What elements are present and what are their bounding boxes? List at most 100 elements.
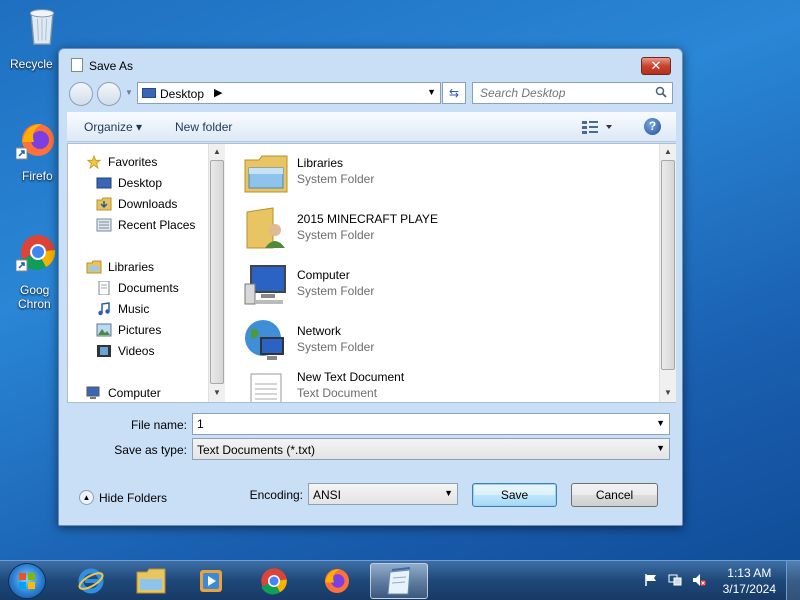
hide-folders-button[interactable]: ▲ Hide Folders (79, 490, 167, 505)
network-status-icon[interactable] (668, 573, 682, 587)
nav-item-documents[interactable]: Documents (96, 279, 179, 297)
save-button[interactable]: Save (472, 483, 557, 507)
file-type: System Folder (297, 228, 375, 242)
chevron-right-icon[interactable]: ▶ (214, 86, 222, 99)
clock-date: 3/17/2024 (722, 582, 776, 596)
taskbar-firefox[interactable] (308, 563, 366, 599)
address-dropdown-icon[interactable]: ▼ (427, 87, 436, 97)
chevron-down-icon[interactable]: ▼ (444, 488, 453, 498)
firefox-icon (325, 569, 349, 593)
file-list-scrollbar[interactable]: ▲ ▼ (659, 144, 676, 402)
scroll-thumb[interactable] (661, 160, 675, 370)
taskbar-file-explorer[interactable] (122, 563, 180, 599)
search-input[interactable] (473, 83, 648, 103)
folder-icon (136, 568, 166, 594)
scroll-thumb[interactable] (210, 160, 224, 384)
clock-time: 1:13 AM (727, 566, 772, 580)
back-button[interactable] (69, 82, 93, 106)
file-list: Libraries System Folder 2015 MINECRAFT P… (225, 144, 675, 402)
taskbar-internet-explorer[interactable] (62, 563, 120, 599)
search-box[interactable] (472, 82, 673, 104)
help-button[interactable]: ? (644, 118, 661, 135)
chevron-down-icon[interactable]: ▼ (656, 443, 665, 453)
address-location[interactable]: Desktop (160, 87, 204, 101)
nav-label: Pictures (118, 323, 162, 337)
title-bar[interactable]: Save As ✕ (59, 49, 682, 79)
navigation-scrollbar[interactable]: ▲ ▼ (208, 144, 225, 402)
start-button[interactable] (8, 563, 46, 599)
chrome-icon (15, 235, 56, 272)
recent-pages-dropdown-icon[interactable]: ▼ (125, 88, 133, 97)
computer-icon (244, 265, 286, 305)
navigation-pane: Favorites Desktop Downloads Recent Place… (68, 144, 224, 402)
encoding-select[interactable]: ANSI ▼ (308, 483, 458, 505)
notepad-icon (71, 58, 83, 72)
nav-label: Downloads (118, 197, 178, 211)
system-clock[interactable]: 1:13 AM 3/17/2024 (723, 565, 776, 597)
scroll-up-icon[interactable]: ▲ (660, 147, 676, 156)
file-name: Libraries (297, 156, 344, 170)
network-icon (245, 320, 284, 360)
desktop-location-icon (142, 88, 156, 98)
user-folder-icon (246, 207, 285, 249)
action-center-flag-icon[interactable] (644, 573, 658, 587)
nav-label: Computer (108, 386, 161, 400)
taskbar-media-player[interactable] (182, 563, 240, 599)
views-icon (582, 121, 612, 134)
nav-computer[interactable]: Computer (86, 384, 161, 402)
nav-label: Documents (118, 281, 179, 295)
show-desktop-button[interactable] (786, 561, 800, 600)
volume-muted-icon[interactable] (692, 573, 706, 587)
new-folder-button[interactable]: New folder (175, 120, 232, 134)
nav-label: Libraries (108, 260, 155, 274)
scroll-down-icon[interactable]: ▼ (209, 388, 225, 397)
file-type: System Folder (297, 340, 375, 354)
nav-item-downloads[interactable]: Downloads (96, 195, 177, 213)
nav-item-recent-places[interactable]: Recent Places (96, 216, 195, 234)
close-button[interactable]: ✕ (641, 57, 671, 75)
address-bar[interactable]: Desktop ▶ ▼ (137, 82, 441, 104)
internet-explorer-icon (78, 568, 104, 594)
file-name-combo[interactable]: ▼ (192, 413, 670, 435)
scroll-up-icon[interactable]: ▲ (209, 147, 225, 156)
nav-item-music[interactable]: Music (96, 300, 149, 318)
file-name: Computer (297, 268, 350, 282)
save-as-type-value: Text Documents (*.txt) (197, 443, 316, 457)
organize-button[interactable]: Organize ▾ (84, 120, 142, 134)
desktop-icon (96, 177, 112, 189)
taskbar-notepad[interactable] (370, 563, 428, 599)
file-name: Network (297, 324, 342, 338)
file-type: Text Document (297, 386, 378, 400)
firefox-icon (15, 124, 54, 160)
recycle-bin-icon (29, 9, 55, 45)
file-name: New Text Document (297, 370, 405, 384)
refresh-button[interactable]: ⇆ (442, 82, 466, 104)
nav-item-videos[interactable]: Videos (96, 342, 154, 360)
forward-button[interactable] (97, 82, 121, 106)
nav-libraries[interactable]: Libraries (86, 258, 154, 276)
hide-folders-label: Hide Folders (99, 490, 168, 505)
star-icon (86, 155, 102, 169)
file-type: System Folder (297, 172, 375, 186)
nav-item-desktop[interactable]: Desktop (96, 174, 162, 192)
cancel-button[interactable]: Cancel (571, 483, 658, 507)
command-toolbar: Organize ▾ New folder ? (67, 112, 676, 142)
change-view-button[interactable] (580, 118, 620, 136)
encoding-label: Encoding: (249, 488, 303, 502)
nav-label: Desktop (118, 176, 163, 190)
videos-icon (97, 345, 111, 357)
text-document-icon (250, 373, 282, 402)
chrome-icon (261, 568, 287, 595)
file-name-input[interactable] (193, 414, 622, 434)
documents-icon (98, 281, 110, 295)
libraries-icon (86, 260, 102, 274)
taskbar-chrome[interactable] (245, 563, 303, 599)
scroll-down-icon[interactable]: ▼ (660, 388, 676, 397)
nav-item-pictures[interactable]: Pictures (96, 321, 161, 339)
encoding-value: ANSI (313, 488, 342, 502)
save-as-type-select[interactable]: Text Documents (*.txt) ▼ (192, 438, 670, 460)
file-name-label: File name: (130, 418, 187, 432)
nav-favorites[interactable]: Favorites (86, 153, 157, 171)
downloads-icon (96, 197, 112, 211)
chevron-down-icon[interactable]: ▼ (656, 418, 665, 428)
